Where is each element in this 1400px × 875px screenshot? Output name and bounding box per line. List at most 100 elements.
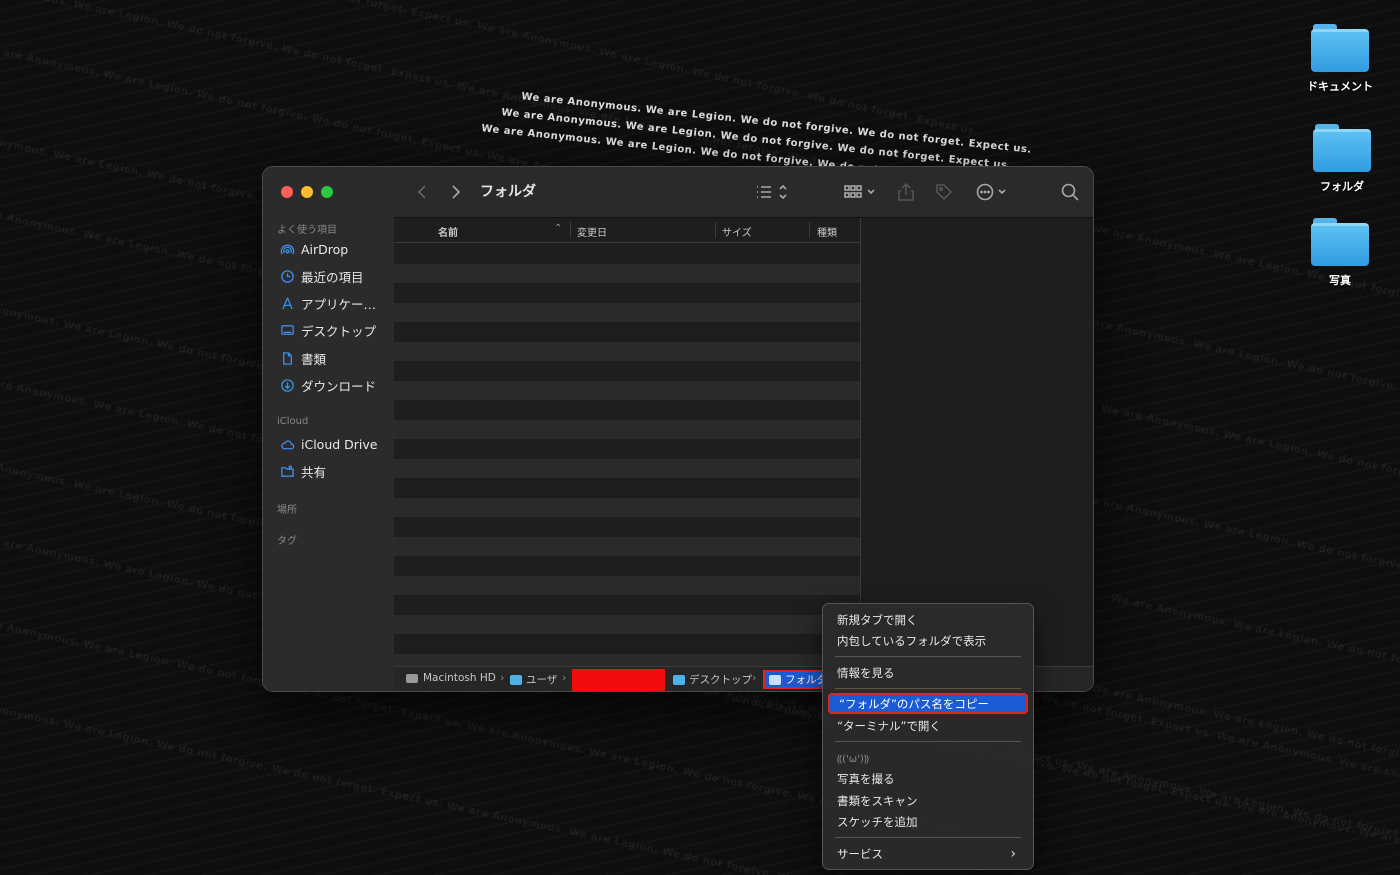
sidebar-section-locations[interactable]: 場所 <box>277 501 297 516</box>
folder-icon <box>1311 218 1369 266</box>
chevron-right-icon: › <box>562 671 567 684</box>
path-item-label: Macintosh HD <box>423 672 496 684</box>
more-icon <box>976 183 1006 201</box>
sidebar-item-downloads[interactable]: ダウンロード <box>279 374 376 396</box>
empty-row <box>394 653 860 666</box>
sidebar-section-favorites: よく使う項目 <box>277 225 337 236</box>
desktop-icon-photos[interactable]: 写真 <box>1300 218 1380 288</box>
menu-separator <box>835 837 1021 838</box>
sidebar-item-shared[interactable]: 共有 <box>279 460 326 482</box>
sidebar-item-label: デスクトップ <box>301 323 377 339</box>
menu-item-get-info[interactable]: 情報を見る <box>828 662 1028 683</box>
sort-ascending-icon[interactable]: ⌃ <box>554 223 562 234</box>
redacted-username <box>572 669 665 691</box>
sidebar-item-icloud-drive[interactable]: iCloud Drive <box>279 433 377 455</box>
menu-item-copy-pathname[interactable]: “フォルダ”のパス名をコピー <box>828 693 1028 714</box>
menu-item-add-sketch[interactable]: スケッチを追加 <box>828 811 1028 832</box>
sidebar-item-label: アプリケー… <box>301 296 377 312</box>
sidebar-item-recents[interactable]: 最近の項目 <box>279 265 364 287</box>
desktop-icon-documents[interactable]: ドキュメント <box>1300 24 1380 94</box>
empty-row <box>394 595 860 615</box>
menu-item-label: サービス <box>837 846 883 861</box>
chevron-left-icon <box>417 185 426 199</box>
empty-row <box>394 497 860 517</box>
back-button[interactable] <box>414 181 430 203</box>
airdrop-icon <box>279 241 295 257</box>
path-item-users[interactable]: ユーザ <box>510 672 557 687</box>
column-modified[interactable]: 変更日 <box>577 224 607 239</box>
empty-row <box>394 380 860 400</box>
tag-button[interactable] <box>932 181 956 203</box>
menu-item-show-in-enclosing-folder[interactable]: 内包しているフォルダで表示 <box>828 630 1028 651</box>
shared-folder-icon <box>279 463 295 479</box>
empty-row <box>394 517 860 537</box>
sidebar-item-documents[interactable]: 書類 <box>279 347 326 369</box>
menu-item-take-photo[interactable]: 写真を撮る <box>828 768 1028 789</box>
applications-icon <box>279 295 295 311</box>
chevron-right-icon: › <box>500 671 505 684</box>
desktop-icon-label: ドキュメント <box>1307 80 1373 93</box>
preview-pane <box>860 218 1093 666</box>
empty-row <box>394 536 860 556</box>
sidebar-section-tags[interactable]: タグ <box>277 532 297 547</box>
empty-row <box>394 322 860 342</box>
group-button[interactable] <box>840 181 880 203</box>
menu-item-open-in-terminal[interactable]: “ターミナル”で開く <box>828 715 1028 736</box>
menu-separator <box>835 688 1021 689</box>
close-button[interactable] <box>281 186 293 198</box>
empty-row <box>394 478 860 498</box>
menu-item-scan-documents[interactable]: 書類をスキャン <box>828 790 1028 811</box>
sidebar-item-label: iCloud Drive <box>301 436 378 452</box>
tag-icon <box>936 184 953 201</box>
path-item-disk[interactable]: Macintosh HD <box>406 672 496 684</box>
chevron-right-icon <box>452 185 461 199</box>
minimize-button[interactable] <box>301 186 313 198</box>
path-item-label: デスクトップ <box>689 674 752 686</box>
list-view-icon <box>757 184 787 200</box>
desktop-icon <box>279 322 295 338</box>
empty-row <box>394 361 860 381</box>
column-name[interactable]: 名前 <box>438 224 458 239</box>
sidebar-item-label: 書類 <box>301 351 327 367</box>
chevron-right-icon: › <box>1010 845 1016 862</box>
menu-separator <box>835 741 1021 742</box>
sidebar-item-desktop[interactable]: デスクトップ <box>279 319 376 341</box>
window-title: フォルダ <box>480 184 536 200</box>
empty-row <box>394 614 860 634</box>
empty-row <box>394 400 860 420</box>
zoom-button[interactable] <box>321 186 333 198</box>
path-item-label: フォルダ <box>785 674 827 686</box>
sidebar-item-label: AirDrop <box>301 241 349 257</box>
search-icon <box>1061 183 1079 201</box>
sidebar-item-label: 最近の項目 <box>301 269 364 285</box>
share-button[interactable] <box>894 181 918 203</box>
download-icon <box>279 377 295 393</box>
sidebar-item-airdrop[interactable]: AirDrop <box>279 238 348 260</box>
empty-row <box>394 263 860 283</box>
folder-icon <box>510 674 522 685</box>
folder-icon <box>1313 124 1371 172</box>
empty-row <box>394 302 860 322</box>
action-button[interactable] <box>974 181 1010 203</box>
sidebar-item-label: 共有 <box>301 464 327 480</box>
empty-row <box>394 575 860 595</box>
empty-row <box>394 244 860 264</box>
folder-icon <box>673 674 685 685</box>
desktop-icon-folder[interactable]: フォルダ <box>1302 124 1382 194</box>
path-item-desktop[interactable]: デスクトップ <box>673 672 752 687</box>
column-size[interactable]: サイズ <box>722 224 752 239</box>
menu-item-open-in-new-tab[interactable]: 新規タブで開く <box>828 609 1028 630</box>
menu-item-services[interactable]: サービス › <box>828 843 1028 864</box>
context-menu: 新規タブで開く 内包しているフォルダで表示 情報を見る “フォルダ”のパス名をコ… <box>822 603 1034 870</box>
empty-row <box>394 439 860 459</box>
path-item-label: ユーザ <box>526 674 558 686</box>
view-options-button[interactable] <box>752 181 792 203</box>
forward-button[interactable] <box>448 181 464 203</box>
search-button[interactable] <box>1058 181 1082 203</box>
empty-row <box>394 419 860 439</box>
file-list[interactable]: 名前 ⌃ 変更日 サイズ 種類 <box>394 218 860 666</box>
menu-separator <box>835 656 1021 657</box>
sidebar-item-applications[interactable]: アプリケー… <box>279 292 376 314</box>
empty-row <box>394 634 860 654</box>
column-kind[interactable]: 種類 <box>817 224 837 239</box>
